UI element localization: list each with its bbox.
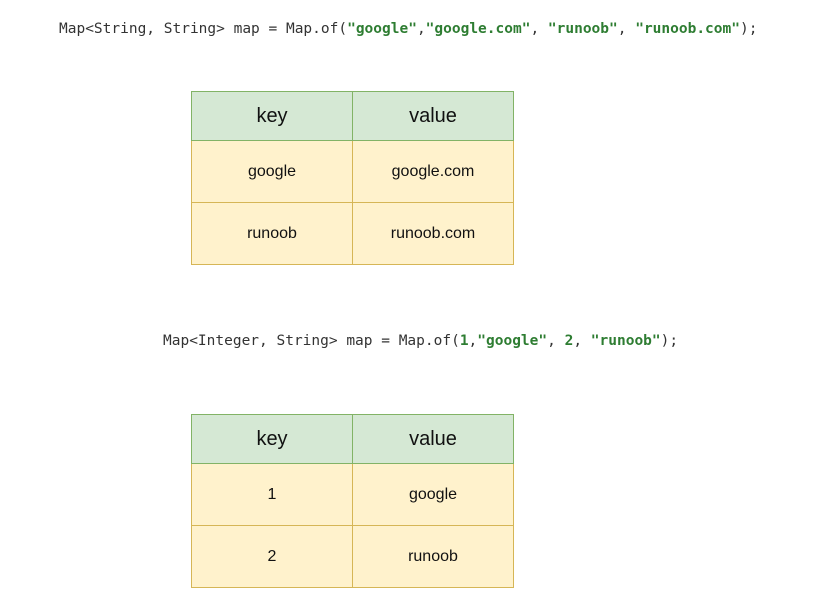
code-separator: , (468, 333, 478, 349)
cell-key: 1 (191, 463, 353, 526)
code-arg-key-1: 1 (459, 333, 469, 349)
code-arg-value-1: "google.com" (425, 21, 531, 37)
table-row: google google.com (191, 140, 514, 203)
header-key: key (191, 91, 353, 141)
code-arg-value-2: "runoob.com" (635, 21, 740, 37)
cell-key: 2 (191, 525, 353, 588)
code-arg-key-1: "google" (347, 21, 417, 37)
code-prefix: Map<String, String> map = Map.of( (59, 21, 348, 37)
code-arg-value-2: "runoob" (590, 333, 661, 349)
cell-key: google (191, 140, 353, 203)
table-header-row: key value (191, 91, 514, 141)
header-value: value (352, 414, 514, 464)
header-key: key (191, 414, 353, 464)
cell-key: runoob (191, 202, 353, 265)
code-separator: , (547, 333, 565, 349)
cell-value: google.com (352, 140, 514, 203)
cell-value: runoob (352, 525, 514, 588)
code-prefix: Map<Integer, String> map = Map.of( (163, 333, 460, 349)
code-separator: , (530, 21, 548, 37)
code-line-integer-map: Map<Integer, String> map = Map.of(1,"goo… (163, 331, 678, 351)
header-value: value (352, 91, 514, 141)
cell-value: google (352, 463, 514, 526)
code-suffix: ); (739, 21, 758, 37)
code-suffix: ); (660, 333, 679, 349)
table-row: 1 google (191, 463, 514, 526)
table-row: 2 runoob (191, 525, 514, 588)
code-line-string-map: Map<String, String> map = Map.of("google… (59, 19, 757, 39)
table-row: runoob runoob.com (191, 202, 514, 265)
code-separator: , (416, 21, 426, 37)
table-header-row: key value (191, 414, 514, 464)
map-table-integer-keys: key value 1 google 2 runoob (191, 414, 514, 588)
code-separator: , (617, 21, 636, 37)
cell-value: runoob.com (352, 202, 514, 265)
code-arg-value-1: "google" (477, 333, 548, 349)
map-table-string-keys: key value google google.com runoob runoo… (191, 91, 514, 265)
code-arg-key-2: "runoob" (547, 21, 618, 37)
code-separator: , (573, 333, 591, 349)
